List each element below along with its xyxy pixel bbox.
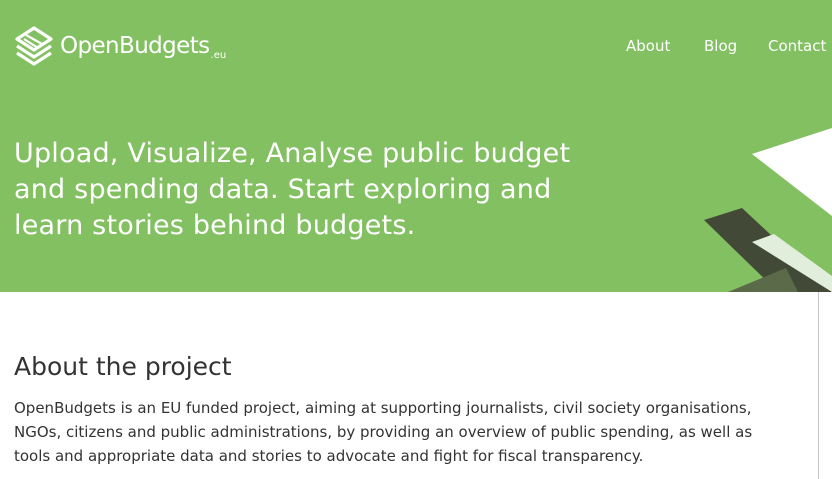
decorative-layers-graphic	[704, 128, 832, 292]
nav-link-about[interactable]: About	[626, 37, 670, 55]
about-description: OpenBudgets is an EU funded project, aim…	[14, 399, 753, 465]
nav-link-contact[interactable]: Contact	[768, 37, 826, 55]
nav-link-blog[interactable]: Blog	[704, 37, 737, 55]
hero-title: Upload, Visualize, Analyse public budget…	[14, 138, 571, 241]
main-nav: About Blog Contact	[0, 37, 832, 57]
divider-line	[818, 292, 819, 479]
about-section: About the project OpenBudgets is an EU f…	[14, 350, 774, 468]
about-heading: About the project	[14, 352, 232, 381]
hero-banner: OpenBudgets.eu About Blog Contact Upload…	[0, 0, 832, 292]
